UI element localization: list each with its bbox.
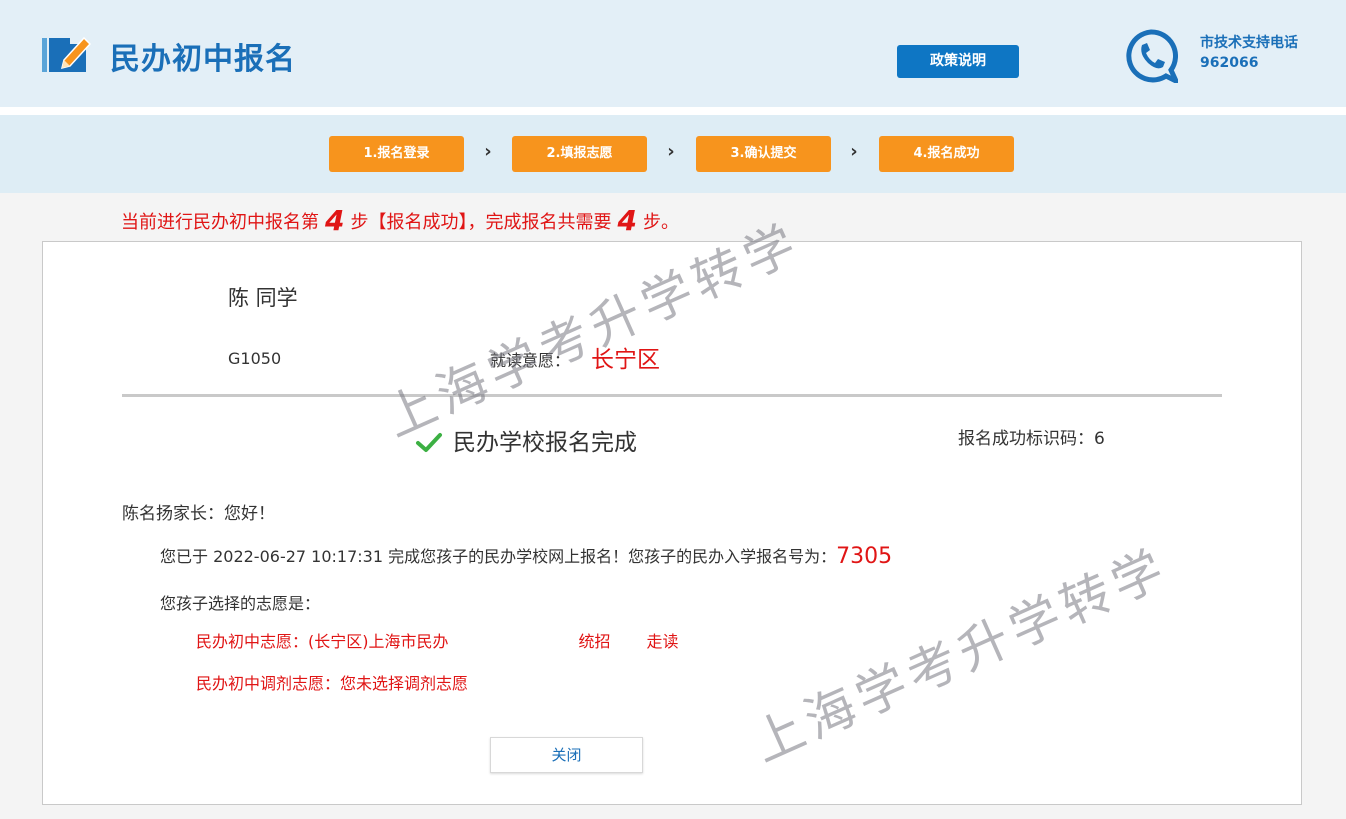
- notice-suffix: 步。: [642, 212, 679, 233]
- registration-number: 7305: [836, 544, 893, 569]
- policy-button[interactable]: 政策说明: [897, 45, 1019, 78]
- choices-label: 您孩子选择的志愿是：: [160, 594, 321, 613]
- progress-notice: 当前进行民办初中报名第 4 步【报名成功】，完成报名共需要 4 步。: [121, 205, 679, 239]
- success-code-value: 6: [1094, 429, 1105, 449]
- chevron-right-icon: ›: [484, 141, 492, 162]
- header: 民办初中报名 政策说明 市技术支持电话 962066: [0, 0, 1346, 107]
- intent-value: 长宁区: [591, 347, 660, 373]
- step-confirm-submit: 3.确认提交: [696, 136, 831, 172]
- success-code-label: 报名成功标识码：: [958, 429, 1094, 449]
- steps-bar: 1.报名登录 › 2.填报志愿 › 3.确认提交 › 4.报名成功: [0, 115, 1346, 193]
- success-code: 报名成功标识码：6: [958, 424, 1105, 449]
- choice-primary: 民办初中志愿：(长宁区)上海市民办 统招 走读: [196, 628, 679, 652]
- message-text: 您已于 2022-06-27 10:17:31 完成您孩子的民办学校网上报名！您…: [160, 547, 837, 566]
- notice-prefix: 当前进行民办初中报名第: [121, 212, 319, 233]
- student-id: G1050: [228, 349, 282, 368]
- step-login: 1.报名登录: [329, 136, 464, 172]
- current-step-number: 4: [325, 204, 345, 237]
- chevron-right-icon: ›: [667, 141, 675, 162]
- header-divider: [0, 107, 1346, 115]
- site-title: 民办初中报名: [110, 42, 296, 77]
- phone-support-icon: [1126, 29, 1178, 83]
- completion-text: 民办学校报名完成: [453, 430, 637, 456]
- check-icon: [416, 433, 442, 452]
- chevron-right-icon: ›: [850, 141, 858, 162]
- completion-message: 您已于 2022-06-27 10:17:31 完成您孩子的民办学校网上报名！您…: [160, 545, 892, 569]
- support-phone-label: 市技术支持电话: [1200, 35, 1298, 51]
- intent-label: 就读意愿：: [490, 351, 571, 370]
- edit-pencil-icon: [42, 36, 92, 72]
- step-success: 4.报名成功: [879, 136, 1014, 172]
- greeting: 陈名扬家长：您好！: [122, 504, 275, 524]
- step-fill-choices: 2.填报志愿: [512, 136, 647, 172]
- result-card: 陈 同学 G1050 就读意愿： 长宁区 民办学校报名完成 报名成功标识码：6 …: [42, 241, 1302, 805]
- close-button[interactable]: 关闭: [490, 737, 643, 773]
- student-name: 陈 同学: [228, 286, 298, 310]
- choice-primary-school: 民办初中志愿：(长宁区)上海市民办: [196, 632, 449, 651]
- choice-adjustment: 民办初中调剂志愿：您未选择调剂志愿: [196, 674, 469, 693]
- choice-primary-type: 统招: [578, 632, 611, 651]
- notice-middle: 步【报名成功】，完成报名共需要: [350, 212, 612, 233]
- divider: [122, 394, 1222, 397]
- support-phone-number: 962066: [1200, 55, 1259, 71]
- total-steps-number: 4: [617, 204, 637, 237]
- choice-primary-mode: 走读: [646, 632, 679, 651]
